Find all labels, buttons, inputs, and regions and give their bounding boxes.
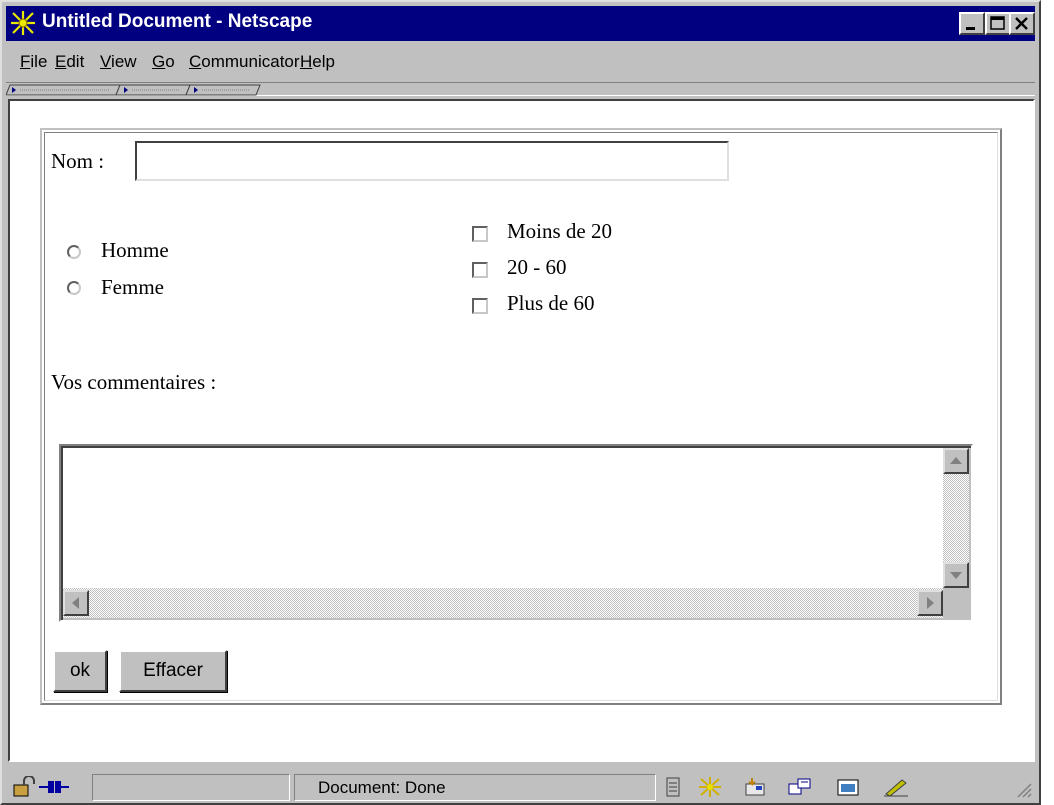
maximize-icon [990,16,1005,30]
minimize-icon [966,27,975,30]
arrow-down-icon [950,572,962,579]
grippy-navigation-toolbar[interactable] [5,84,121,96]
netscape-app-icon[interactable] [10,10,36,36]
plus-de-60-label: Plus de 60 [507,291,595,315]
effacer-button[interactable]: Effacer [119,650,227,692]
menu-edit[interactable]: Edit [55,52,84,72]
security-lock-icon[interactable] [12,776,36,798]
moins-de-20-label: Moins de 20 [507,219,612,243]
nom-label: Nom : [51,149,105,173]
collapsed-toolbar-grippies[interactable] [5,84,266,96]
status-text: Document: Done [318,778,446,797]
form-cell: Nom : Homme Femme Moins de 20 20 - 60 Pl… [44,132,998,701]
checkbox-20-60[interactable] [472,262,488,278]
scroll-down-button[interactable] [943,562,969,588]
edit-pen-icon[interactable] [882,776,912,798]
arrow-right-icon [927,597,934,609]
discussions-icon[interactable] [788,776,812,798]
menu-view[interactable]: View [100,52,137,72]
component-bar-icon[interactable] [666,776,680,798]
20-60-label: 20 - 60 [507,255,567,279]
window-title: Untitled Document - Netscape [42,11,313,32]
ok-button[interactable]: ok [53,650,107,692]
arrow-left-icon [72,597,79,609]
navigator-icon[interactable] [698,776,722,798]
comments-label: Vos commentaires : [51,370,217,394]
radio-homme[interactable] [67,245,81,259]
menu-help[interactable]: Help [300,52,335,72]
status-bar: Document: Done [6,768,1035,803]
checkbox-plus-de-60[interactable] [472,298,488,314]
menu-file[interactable]: File [20,52,47,72]
progress-cell [92,774,290,801]
connection-plug-icon[interactable] [38,776,70,798]
grippy-personal-toolbar[interactable] [185,84,261,96]
close-icon [1015,17,1028,30]
minimize-button[interactable] [959,12,985,35]
horizontal-scrollbar[interactable] [63,588,943,618]
browser-window: Untitled Document - Netscape File Edit V… [0,0,1041,805]
arrow-up-icon [950,457,962,464]
grippy-location-toolbar[interactable] [115,84,191,96]
homme-label: Homme [101,238,169,262]
form-table: Nom : Homme Femme Moins de 20 20 - 60 Pl… [40,128,1002,705]
checkbox-moins-de-20[interactable] [472,226,488,242]
nom-input[interactable] [135,141,729,181]
scroll-left-button[interactable] [63,590,89,616]
toolbar-grippy-strip [5,82,1035,96]
mail-icon[interactable] [744,776,768,798]
comments-textarea-frame [59,444,973,622]
femme-label: Femme [101,275,164,299]
comments-textarea[interactable] [63,448,943,588]
radio-femme[interactable] [67,281,81,295]
resize-grip-icon[interactable] [1014,776,1032,798]
close-button[interactable] [1009,12,1035,35]
vertical-scrollbar[interactable] [943,448,969,588]
scroll-right-button[interactable] [917,590,943,616]
composer-icon[interactable] [836,776,860,798]
comments-textarea-inner [61,446,971,620]
scrollbar-corner [943,588,969,618]
menu-communicator[interactable]: Communicator [189,52,300,72]
maximize-button[interactable] [985,12,1011,35]
scroll-up-button[interactable] [943,448,969,474]
title-bar[interactable]: Untitled Document - Netscape [6,6,1035,41]
content-viewport: Nom : Homme Femme Moins de 20 20 - 60 Pl… [8,99,1035,762]
menu-go[interactable]: Go [152,52,175,72]
menu-bar: File Edit View Go Communicator Help [6,44,1035,78]
